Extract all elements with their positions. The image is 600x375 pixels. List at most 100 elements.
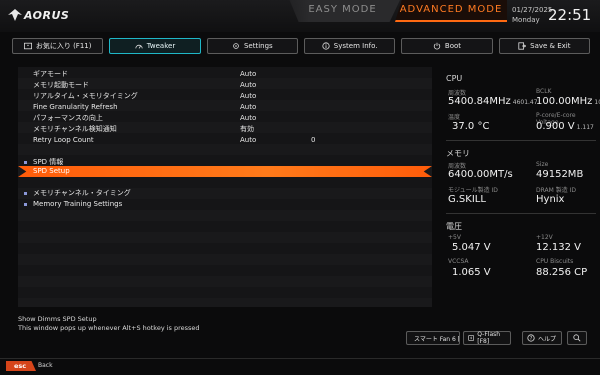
tab-label: お気に入り (F11) bbox=[35, 42, 92, 50]
clock: 22:51 bbox=[548, 6, 592, 24]
submenu-spd-setup[interactable]: SPD Setup bbox=[18, 166, 432, 177]
tab-boot[interactable]: Boot bbox=[401, 38, 493, 54]
tab-system-info[interactable]: System Info. bbox=[303, 38, 396, 54]
cpu-voltage-main: 0.900 V bbox=[536, 121, 575, 132]
tab-label: Boot bbox=[444, 42, 462, 50]
top-bar: AORUS EASY MODE ADVANCED MODE 01/27/2025… bbox=[0, 0, 600, 32]
speedometer-icon bbox=[135, 44, 143, 49]
setting-value[interactable]: Auto bbox=[240, 102, 256, 113]
tab-favorites[interactable]: お気に入り (F11) bbox=[12, 38, 104, 54]
setting-row-gear-mode[interactable]: ギアモード Auto bbox=[18, 69, 432, 80]
setting-value-secondary[interactable]: 0 bbox=[311, 135, 315, 146]
easy-mode-button[interactable]: EASY MODE bbox=[289, 0, 400, 22]
v5-value: 5.047 V bbox=[452, 242, 491, 253]
cpu-biscuits-label: CPU Biscuits bbox=[536, 258, 574, 265]
cpu-section-title: CPU bbox=[446, 74, 463, 83]
help-line-2: This window pops up whenever Alt+S hotke… bbox=[18, 324, 200, 332]
qflash-button[interactable]: Q-Flash [F8] bbox=[463, 331, 511, 345]
setting-value[interactable]: 有効 bbox=[240, 124, 254, 135]
v12-label: +12V bbox=[536, 234, 553, 241]
setting-value[interactable]: Auto bbox=[240, 80, 256, 91]
tab-label: Settings bbox=[243, 42, 273, 50]
help-label: ヘルプ bbox=[538, 335, 557, 343]
v5-label: +5V bbox=[448, 234, 461, 241]
submenu-memory-training-settings[interactable]: Memory Training Settings bbox=[18, 199, 432, 210]
setting-row-fine-granularity-refresh[interactable]: Fine Granularity Refresh Auto bbox=[18, 102, 432, 113]
bclk-main: 100.00MHz bbox=[536, 96, 593, 107]
setting-value[interactable]: Auto bbox=[240, 113, 256, 124]
setting-value[interactable]: Auto bbox=[240, 69, 256, 80]
eagle-icon bbox=[8, 9, 22, 21]
tab-save-exit[interactable]: Save & Exit bbox=[498, 38, 590, 54]
memory-section-title: メモリ bbox=[446, 149, 470, 158]
memory-freq-value: 6400.00MT/s bbox=[448, 169, 513, 180]
setting-label: Fine Granularity Refresh bbox=[33, 103, 118, 111]
setting-row-memory-channel-detect[interactable]: メモリチャンネル検知通知 有効 bbox=[18, 124, 432, 135]
bullet-icon bbox=[24, 203, 27, 206]
bclk-label: BCLK bbox=[536, 88, 552, 95]
submenu-label: Memory Training Settings bbox=[33, 200, 123, 208]
day: Monday bbox=[512, 16, 540, 24]
flash-icon bbox=[468, 335, 474, 341]
advanced-mode-button[interactable]: ADVANCED MODE bbox=[395, 0, 507, 22]
question-icon: ? bbox=[527, 334, 535, 342]
voltage-section-title: 電圧 bbox=[446, 222, 462, 231]
tab-tweaker[interactable]: Tweaker bbox=[109, 38, 201, 54]
smart-fan-label: スマート Fan 6 [F bbox=[414, 335, 460, 343]
setting-row-memory-boot-mode[interactable]: メモリ起動モード Auto bbox=[18, 80, 432, 91]
search-button[interactable] bbox=[567, 331, 587, 345]
date: 01/27/2025 bbox=[512, 6, 553, 14]
cpu-freq-value: 5400.84MHz 4601.47 bbox=[448, 96, 538, 107]
setting-row-performance-boost[interactable]: パフォーマンスの向上 Auto bbox=[18, 113, 432, 124]
power-icon bbox=[433, 42, 441, 50]
dram-maker-label: DRAM 製造 ID bbox=[536, 187, 577, 194]
divider bbox=[446, 213, 596, 214]
smart-fan-button[interactable]: スマート Fan 6 [F bbox=[406, 331, 460, 345]
divider bbox=[446, 140, 596, 141]
submenu-memory-channel-timing[interactable]: メモリチャンネル・タイミング bbox=[18, 188, 432, 199]
bullet-icon bbox=[24, 161, 27, 164]
bclk-sub: 100 bbox=[594, 99, 600, 106]
module-maker-label: モジュール製造 ID bbox=[448, 187, 498, 194]
v12-value: 12.132 V bbox=[536, 242, 582, 253]
star-icon bbox=[23, 42, 32, 50]
bclk-value: 100.00MHz100 bbox=[536, 96, 600, 107]
tab-label: System Info. bbox=[333, 42, 378, 50]
aorus-logo: AORUS bbox=[8, 8, 69, 22]
help-description: Show Dimms SPD Setup This window pops up… bbox=[18, 315, 200, 333]
cpu-temp-value: 37.0 °C bbox=[452, 121, 490, 132]
tab-label: Tweaker bbox=[146, 42, 176, 50]
tab-bar: お気に入り (F11) Tweaker Settings System Info… bbox=[12, 38, 590, 56]
cpu-freq-main: 5400.84MHz bbox=[448, 96, 511, 107]
vccsa-label: VCCSA bbox=[448, 258, 469, 265]
cpu-voltage-value: 0.900 V 1.117 bbox=[536, 121, 594, 132]
setting-label: メモリチャンネル検知通知 bbox=[33, 125, 117, 133]
setting-label: メモリ起動モード bbox=[33, 81, 89, 89]
module-maker-value: G.SKILL bbox=[448, 194, 486, 205]
back-label: Back bbox=[38, 362, 53, 369]
submenu-label: SPD Setup bbox=[33, 167, 70, 175]
memory-size-value: 49152MB bbox=[536, 169, 584, 180]
bullet-icon bbox=[24, 192, 27, 195]
setting-value[interactable]: Auto bbox=[240, 135, 256, 146]
info-icon bbox=[322, 42, 330, 50]
tab-label: Save & Exit bbox=[530, 42, 571, 50]
cpu-temp-label: 温度 bbox=[448, 114, 461, 121]
help-button[interactable]: ? ヘルプ bbox=[522, 331, 562, 345]
date-display: 01/27/2025 Monday bbox=[512, 5, 552, 25]
cpu-voltage-sub: 1.117 bbox=[576, 124, 594, 131]
esc-key-button[interactable]: esc bbox=[6, 361, 36, 371]
memory-size-label: Size bbox=[536, 161, 549, 168]
qflash-label: Q-Flash [F8] bbox=[477, 331, 501, 345]
footer-divider bbox=[0, 358, 600, 359]
tab-settings[interactable]: Settings bbox=[206, 38, 298, 54]
setting-label: パフォーマンスの向上 bbox=[33, 114, 103, 122]
setting-value[interactable]: Auto bbox=[240, 91, 256, 102]
settings-panel: ギアモード Auto メモリ起動モード Auto リアルタイム・メモリタイミング… bbox=[18, 67, 432, 307]
setting-row-retry-loop-count[interactable]: Retry Loop Count Auto 0 bbox=[18, 135, 432, 146]
cpu-freq-sub: 4601.47 bbox=[512, 99, 538, 106]
vccsa-value: 1.065 V bbox=[452, 267, 491, 278]
setting-row-realtime-memory-timing[interactable]: リアルタイム・メモリタイミング Auto bbox=[18, 91, 432, 102]
dram-maker-value: Hynix bbox=[536, 194, 565, 205]
search-icon bbox=[573, 334, 581, 342]
